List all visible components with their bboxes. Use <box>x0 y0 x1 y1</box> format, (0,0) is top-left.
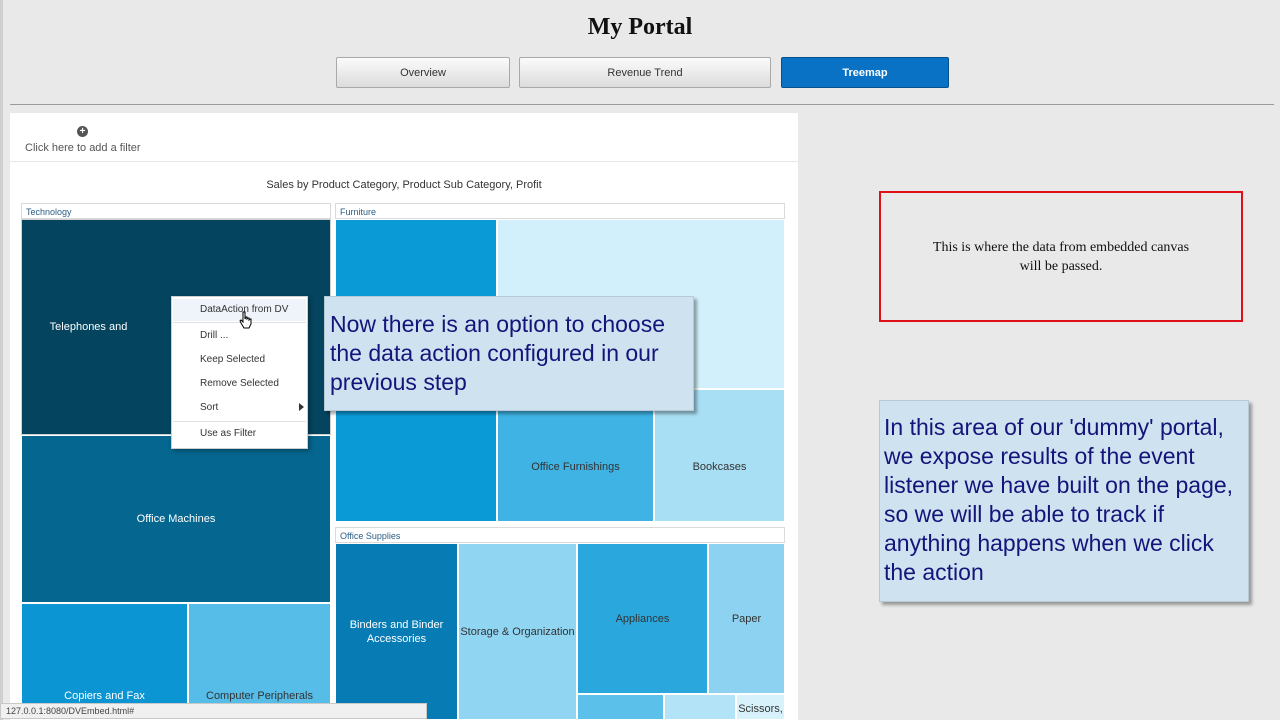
cell-label: Scissors, <box>738 703 783 715</box>
menu-item-remove-selected[interactable]: Remove Selected <box>200 378 279 389</box>
add-filter-icon[interactable]: + <box>77 126 88 137</box>
callout-text: In this area of our 'dummy' portal, we e… <box>884 414 1234 585</box>
treemap-cell-binders[interactable]: Binders and Binder Accessories <box>335 543 458 720</box>
group-header-furniture: Furniture <box>335 203 785 219</box>
cell-label: Telephones and <box>49 321 128 333</box>
page-title: My Portal <box>587 14 693 40</box>
filter-bar[interactable]: + Click here to add a filter <box>10 113 798 162</box>
tab-overview[interactable]: Overview <box>336 57 510 88</box>
embedded-data-output-box: This is where the data from embedded can… <box>879 191 1243 322</box>
callout-text: Now there is an option to choose the dat… <box>330 311 665 395</box>
menu-item-keep-selected[interactable]: Keep Selected <box>200 354 265 365</box>
submenu-arrow-icon <box>299 403 304 411</box>
output-box-text: This is where the data from embedded can… <box>932 239 1190 274</box>
menu-item-drill[interactable]: Drill ... <box>200 330 228 341</box>
group-header-office-supplies: Office Supplies <box>335 527 785 543</box>
treemap-cell-paper[interactable]: Paper <box>708 543 785 694</box>
header-divider <box>10 104 1274 105</box>
cell-label: Computer Peripherals <box>206 690 313 702</box>
embedded-dv-canvas: + Click here to add a filter Sales by Pr… <box>10 113 798 720</box>
menu-separator <box>173 421 306 422</box>
chart-title: Sales by Product Category, Product Sub C… <box>266 179 542 191</box>
menu-item-use-as-filter[interactable]: Use as Filter <box>200 428 256 439</box>
callout-data-action: Now there is an option to choose the dat… <box>324 296 694 411</box>
cell-label: Bookcases <box>692 460 747 473</box>
hand-cursor-icon <box>239 311 252 329</box>
treemap-cell-scissors[interactable]: Scissors, <box>736 694 785 720</box>
cell-label: Office Furnishings <box>531 460 620 473</box>
treemap-cell-supplies-b[interactable] <box>664 694 736 720</box>
tab-treemap[interactable]: Treemap <box>781 57 949 88</box>
cell-label: Copiers and Fax <box>64 690 145 702</box>
status-bar-url: 127.0.0.1:8080/DVEmbed.html# <box>0 703 427 719</box>
menu-item-sort[interactable]: Sort <box>200 402 218 413</box>
treemap-cell-storage[interactable]: Storage & Organization <box>458 543 577 720</box>
cell-label: Appliances <box>615 612 670 625</box>
treemap-cell-appliances[interactable]: Appliances <box>577 543 708 694</box>
tab-revenue-trend[interactable]: Revenue Trend <box>519 57 771 88</box>
window-edge <box>0 0 3 720</box>
treemap-cell-supplies-a[interactable] <box>577 694 664 720</box>
treemap-cell-office-machines[interactable]: Office Machines <box>21 435 331 603</box>
cell-label: Binders and Binder Accessories <box>349 618 444 645</box>
cell-label: Storage & Organization <box>460 625 575 638</box>
callout-event-listener: In this area of our 'dummy' portal, we e… <box>879 400 1249 602</box>
add-filter-label[interactable]: Click here to add a filter <box>25 142 141 154</box>
cell-label: Paper <box>731 612 762 625</box>
cell-label: Office Machines <box>136 513 216 525</box>
group-header-technology: Technology <box>21 203 331 219</box>
